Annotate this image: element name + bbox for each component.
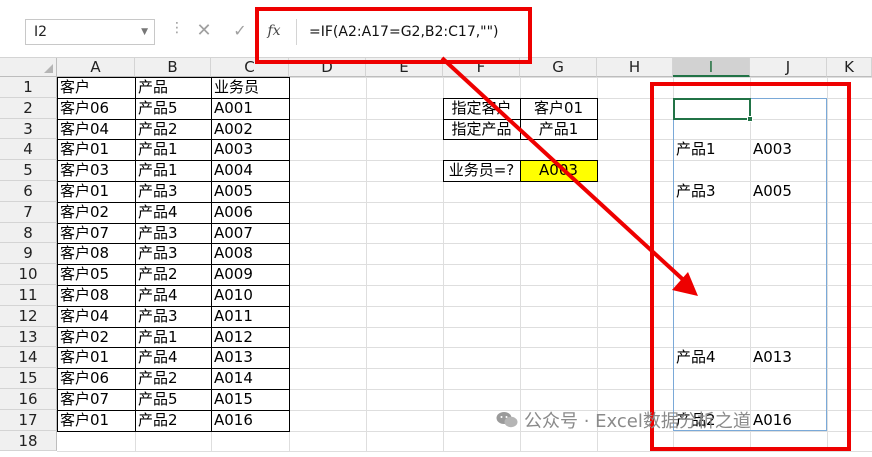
wechat-icon: [496, 412, 518, 428]
watermark-text: 公众号 · Excel数据分析之道: [524, 411, 751, 432]
watermark: 公众号 · Excel数据分析之道: [496, 407, 751, 433]
annotation-arrow: [440, 56, 698, 296]
